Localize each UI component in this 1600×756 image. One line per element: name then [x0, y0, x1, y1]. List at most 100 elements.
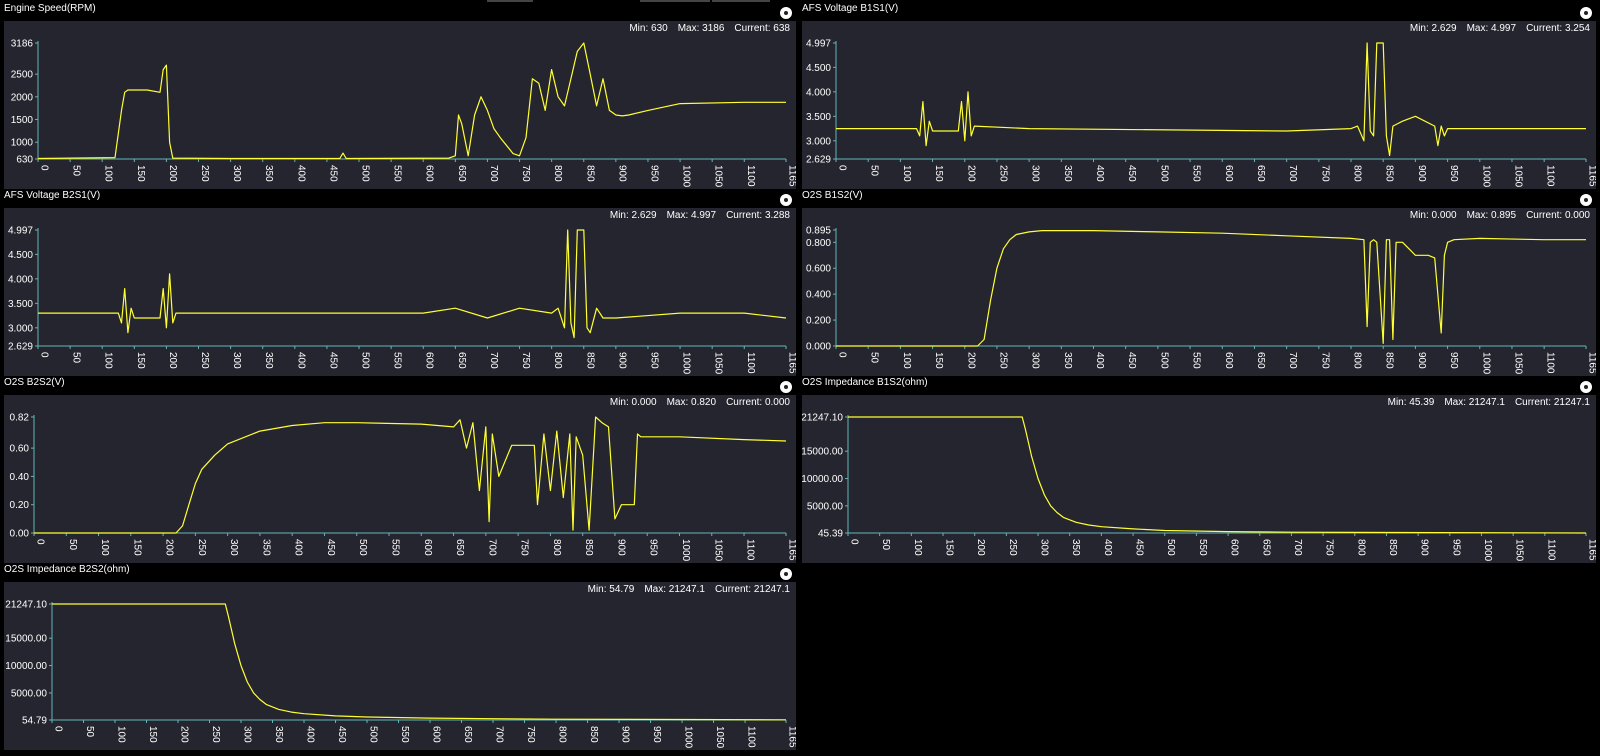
- x-tick-label: 450: [325, 539, 336, 556]
- x-tick-label: 50: [84, 726, 95, 738]
- x-tick-label: 100: [103, 165, 114, 182]
- chart-title: AFS Voltage B2S1(V): [4, 190, 101, 201]
- x-tick-label: 450: [327, 352, 338, 369]
- x-tick-label: 200: [167, 352, 178, 369]
- y-tick-label: 4.500: [8, 250, 33, 261]
- toolbar-button-3[interactable]: [712, 0, 770, 2]
- x-tick-label: 300: [1030, 165, 1041, 182]
- x-tick-label: 400: [1094, 352, 1105, 369]
- line-chart: 2.629 3.000 3.500 4.000 4.500 4.997 0 50 100 150 2…: [806, 39, 1596, 188]
- series-line: [37, 42, 786, 160]
- x-tick-label: 550: [399, 726, 410, 743]
- series-line: [836, 42, 1586, 157]
- x-tick-label: 250: [210, 726, 221, 743]
- x-tick-label: 350: [263, 165, 274, 182]
- x-tick-label: 700: [488, 352, 499, 369]
- x-tick-label: 1000: [681, 165, 692, 188]
- chart-title: O2S B2S2(V): [4, 377, 65, 388]
- x-tick-label: 350: [260, 539, 271, 556]
- chart-panel: AFS Voltage B2S1(V) Min: 2.629 Max: 4.997 C…: [4, 190, 796, 376]
- toolbar-button-2[interactable]: [640, 0, 710, 2]
- x-tick-label: 250: [997, 165, 1008, 182]
- x-tick-label: 700: [1292, 539, 1303, 556]
- line-chart: 630 1000 1500 2000 2500 3186 0 50 100 150 200 250 30…: [11, 39, 797, 188]
- x-tick-label: 1165: [1587, 539, 1597, 561]
- x-tick-label: 950: [648, 165, 659, 182]
- x-tick-label: 1100: [1545, 539, 1556, 561]
- x-tick-label: 850: [584, 165, 595, 182]
- y-tick-label: 54.79: [22, 716, 47, 727]
- x-tick-label: 0: [35, 539, 46, 545]
- x-tick-label: 750: [1319, 165, 1330, 182]
- x-tick-label: 200: [179, 726, 190, 743]
- close-chart-icon[interactable]: [1580, 381, 1592, 393]
- x-tick-label: 100: [901, 165, 912, 182]
- x-tick-label: 250: [196, 539, 207, 556]
- x-tick-label: 750: [1324, 539, 1335, 556]
- x-tick-label: 900: [1419, 539, 1430, 556]
- y-tick-label: 15000.00: [802, 447, 843, 458]
- y-tick-label: 1500: [11, 115, 34, 126]
- x-tick-label: 0: [849, 539, 860, 545]
- series-line: [848, 416, 1587, 534]
- line-chart: 54.79 5000.00 10000.00 15000.00 21247.10 0 50 1…: [5, 600, 796, 749]
- y-tick-label: 4.997: [806, 39, 831, 50]
- x-tick-label: 150: [135, 352, 146, 369]
- x-tick-label: 50: [71, 165, 82, 177]
- x-tick-label: 1000: [1480, 352, 1491, 375]
- y-tick-label: 0.20: [10, 500, 30, 511]
- x-tick-label: 900: [616, 352, 627, 369]
- x-tick-label: 0: [837, 352, 848, 358]
- x-tick-label: 600: [431, 726, 442, 743]
- x-tick-label: 600: [424, 352, 435, 369]
- x-tick-label: 550: [392, 352, 403, 369]
- y-tick-label: 15000.00: [5, 634, 47, 645]
- x-tick-label: 800: [551, 539, 562, 556]
- x-tick-label: 550: [390, 539, 401, 556]
- x-tick-label: 400: [305, 726, 316, 743]
- x-tick-label: 200: [164, 539, 175, 556]
- chart-panel: Engine Speed(RPM) Min: 630 Max: 3186 Curren…: [4, 3, 796, 189]
- toolbar-button-1[interactable]: [487, 0, 533, 2]
- x-tick-label: 950: [648, 352, 659, 369]
- y-tick-label: 3.000: [8, 323, 33, 334]
- close-chart-icon[interactable]: [780, 194, 792, 206]
- x-tick-label: 550: [1191, 165, 1202, 182]
- close-chart-icon[interactable]: [780, 7, 792, 19]
- close-chart-icon[interactable]: [780, 381, 792, 393]
- x-tick-label: 300: [228, 539, 239, 556]
- x-tick-label: 350: [1062, 352, 1073, 369]
- x-tick-label: 1000: [1482, 539, 1493, 562]
- x-tick-label: 1050: [713, 165, 724, 188]
- x-tick-label: 700: [1287, 352, 1298, 369]
- plot-area: Min: 2.629 Max: 4.997 Current: 3.254 2.629 3…: [802, 21, 1596, 189]
- x-tick-label: 500: [360, 352, 371, 369]
- chart-panel: O2S Impedance B2S2(ohm) Min: 54.79 Max: 21…: [4, 564, 796, 750]
- chart-title: O2S B1S2(V): [802, 190, 863, 201]
- x-tick-label: 350: [1070, 539, 1081, 556]
- x-tick-label: 150: [933, 165, 944, 182]
- x-tick-label: 700: [1287, 165, 1298, 182]
- x-tick-label: 0: [837, 165, 848, 171]
- x-tick-label: 900: [1416, 165, 1427, 182]
- x-tick-label: 1100: [1545, 352, 1556, 374]
- y-tick-label: 3186: [11, 39, 34, 50]
- chart-panel: O2S B2S2(V) Min: 0.000 Max: 0.820 Current: …: [4, 377, 796, 563]
- x-tick-label: 150: [131, 539, 142, 556]
- plot-area: Min: 2.629 Max: 4.997 Current: 3.288 2.629 3…: [4, 208, 796, 376]
- y-tick-label: 2000: [11, 92, 34, 103]
- x-tick-label: 1050: [1512, 352, 1523, 375]
- x-tick-label: 600: [1229, 539, 1240, 556]
- x-tick-label: 850: [1384, 352, 1395, 369]
- x-tick-label: 1165: [787, 165, 797, 187]
- x-tick-label: 150: [944, 539, 955, 556]
- close-chart-icon[interactable]: [1580, 7, 1592, 19]
- x-tick-label: 50: [67, 539, 78, 551]
- close-chart-icon[interactable]: [1580, 194, 1592, 206]
- x-tick-label: 100: [116, 726, 127, 743]
- x-tick-label: 550: [1197, 539, 1208, 556]
- x-tick-label: 200: [965, 352, 976, 369]
- close-chart-icon[interactable]: [780, 568, 792, 580]
- x-tick-label: 850: [583, 539, 594, 556]
- y-tick-label: 21247.10: [5, 600, 47, 611]
